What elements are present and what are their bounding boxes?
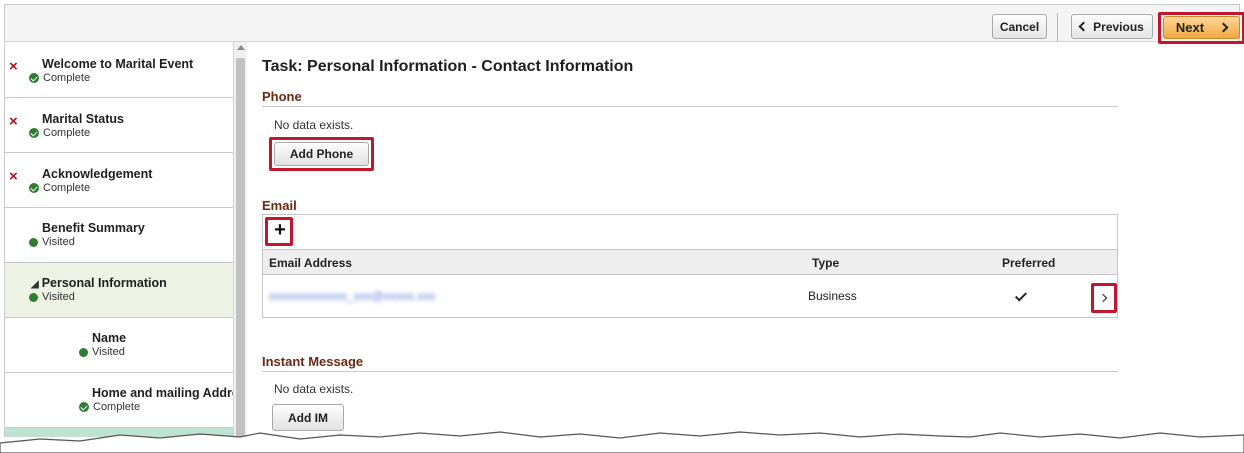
step-status-text: Complete	[93, 401, 141, 413]
table-row[interactable]: xxxxxxxxxxxxx_xxx@xxxxx.xxx Business	[263, 275, 1117, 317]
expanded-triangle-icon: ◢	[31, 279, 39, 290]
sidebar-item-benefit-summary[interactable]: Benefit Summary Visited	[5, 208, 234, 263]
step-title-text: Personal Information	[41, 276, 167, 290]
add-phone-button[interactable]: Add Phone	[274, 142, 369, 166]
step-status-text: Visited	[42, 291, 75, 303]
step-title: Home and mailing Address	[92, 386, 234, 400]
previous-button[interactable]: Previous	[1071, 14, 1153, 39]
sidebar-item-personal-information[interactable]: ◢ Personal Information Visited	[5, 263, 234, 318]
step-title: Acknowledgement	[42, 167, 153, 181]
check-circle-icon	[29, 128, 39, 138]
scroll-thumb[interactable]	[236, 58, 245, 438]
phone-section-heading: Phone	[262, 89, 302, 104]
step-status: Complete	[79, 401, 140, 413]
activity-guide-sidebar: × Welcome to Marital Event Complete × Ma…	[4, 42, 234, 437]
chevron-right-icon	[1098, 293, 1107, 303]
sidebar-item-home-mailing-address[interactable]: Home and mailing Address Complete	[5, 373, 234, 428]
main-content: Task: Personal Information - Contact Inf…	[250, 42, 1240, 437]
top-toolbar: Cancel Previous Next	[4, 4, 1244, 44]
row-detail-button[interactable]	[1091, 283, 1117, 313]
next-button[interactable]: Next	[1163, 16, 1240, 39]
step-title: Name	[92, 331, 127, 345]
step-status: Complete	[29, 72, 90, 84]
next-label: Next	[1175, 20, 1205, 35]
dot-icon	[79, 347, 88, 357]
required-marker: ×	[9, 58, 18, 75]
instant-message-section-heading: Instant Message	[262, 354, 364, 369]
phone-no-data-text: No data exists.	[274, 118, 354, 132]
chevron-left-icon	[1078, 21, 1089, 32]
page-title: Task: Personal Information - Contact Inf…	[262, 58, 634, 75]
step-status: Visited	[79, 346, 125, 358]
step-status: Complete	[29, 127, 90, 139]
preferred-check-icon	[1014, 289, 1028, 302]
step-title: ◢ Personal Information	[31, 276, 167, 290]
step-status-text: Complete	[43, 182, 91, 194]
toolbar-divider	[1057, 13, 1058, 41]
dot-icon	[29, 237, 38, 247]
scroll-up-arrow-icon[interactable]	[237, 45, 245, 50]
email-type-value: Business	[808, 289, 857, 303]
sidebar-item-name[interactable]: Name Visited	[5, 318, 234, 373]
email-grid: + Email Address Type Preferred xxxxxxxxx…	[262, 214, 1118, 318]
step-status: Complete	[29, 182, 90, 194]
required-marker: ×	[9, 113, 18, 130]
im-no-data-text: No data exists.	[274, 382, 354, 396]
required-marker: ×	[9, 168, 18, 185]
step-status-text: Complete	[43, 127, 91, 139]
sidebar-item-marital-status[interactable]: × Marital Status Complete	[5, 98, 234, 153]
step-title: Benefit Summary	[42, 221, 145, 235]
step-status-text: Complete	[43, 72, 91, 84]
step-status: Visited	[29, 236, 75, 248]
sidebar-item-acknowledgement[interactable]: × Acknowledgement Complete	[5, 153, 234, 208]
email-address-link[interactable]: xxxxxxxxxxxxx_xxx@xxxxx.xxx	[269, 289, 435, 303]
step-title: Welcome to Marital Event	[42, 57, 194, 71]
email-section-heading: Email	[262, 198, 297, 213]
sidebar-scrollbar[interactable]	[233, 42, 247, 438]
previous-label: Previous	[1093, 19, 1144, 34]
check-circle-icon	[29, 73, 39, 83]
dot-icon	[29, 292, 38, 302]
section-divider	[262, 371, 1118, 372]
check-circle-icon	[29, 183, 39, 193]
step-status-text: Visited	[42, 236, 75, 248]
column-header-preferred: Preferred	[1002, 256, 1056, 270]
step-status-text: Visited	[92, 346, 125, 358]
chevron-right-icon	[1218, 22, 1229, 33]
step-status: Visited	[29, 291, 75, 303]
check-circle-icon	[79, 402, 89, 412]
column-header-type: Type	[812, 256, 840, 270]
step-title: Marital Status	[42, 112, 124, 126]
cancel-button[interactable]: Cancel	[992, 14, 1047, 39]
section-divider	[262, 106, 1118, 107]
torn-edge-decoration	[0, 431, 1244, 453]
sidebar-item-welcome[interactable]: × Welcome to Marital Event Complete	[5, 42, 234, 98]
column-header-email-address: Email Address	[269, 256, 352, 270]
plus-icon[interactable]: +	[271, 220, 289, 240]
email-grid-header: Email Address Type Preferred	[263, 249, 1117, 275]
